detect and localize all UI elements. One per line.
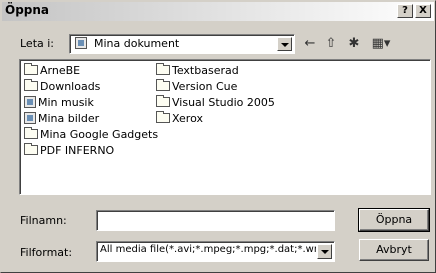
filename-input[interactable]: [96, 210, 335, 231]
filetype-value: All media file(*.avi;*.mpeg;*.mpg;*.dat;…: [100, 244, 316, 255]
list-item[interactable]: Min musik: [24, 96, 94, 110]
open-button[interactable]: Öppna: [358, 208, 430, 232]
open-dialog: Öppna ? X Leta i: Mina dokument ← ⇧ ✱ ▦▾…: [0, 0, 436, 273]
file-list[interactable]: ArneBE Downloads Min musik Mina bilder M…: [19, 59, 431, 195]
close-button[interactable]: X: [415, 4, 431, 18]
list-item[interactable]: PDF INFERNO: [24, 143, 114, 158]
list-item[interactable]: Mina Google Gadgets: [24, 127, 158, 142]
folder-icon: [24, 79, 38, 91]
folder-icon: [24, 143, 38, 155]
list-item[interactable]: ArneBE: [24, 63, 80, 78]
up-folder-icon[interactable]: ⇧: [321, 35, 341, 53]
lookin-value: Mina dokument: [94, 37, 180, 50]
folder-icon: [156, 111, 170, 123]
folder-icon: [24, 127, 38, 139]
list-item[interactable]: Textbaserad: [156, 63, 239, 78]
lookin-select[interactable]: Mina dokument: [69, 34, 295, 54]
documents-folder-icon: [75, 37, 87, 49]
title-bar: Öppna ? X: [2, 2, 434, 21]
music-folder-icon: [24, 96, 36, 108]
back-icon[interactable]: ←: [300, 35, 320, 53]
help-button[interactable]: ?: [397, 4, 413, 18]
folder-icon: [156, 63, 170, 75]
folder-icon: [156, 95, 170, 107]
chevron-down-icon[interactable]: [277, 37, 292, 51]
list-item[interactable]: Visual Studio 2005: [156, 95, 275, 110]
filetype-label: Filformat:: [20, 246, 73, 259]
list-item[interactable]: Mina bilder: [24, 112, 99, 126]
filename-label: Filnamn:: [20, 214, 67, 227]
list-item[interactable]: Xerox: [156, 111, 203, 126]
list-item[interactable]: Downloads: [24, 79, 100, 94]
list-item[interactable]: Version Cue: [156, 79, 237, 94]
new-folder-icon[interactable]: ✱: [344, 35, 364, 53]
dialog-title: Öppna: [5, 3, 50, 17]
filetype-select[interactable]: All media file(*.avi;*.mpeg;*.mpg;*.dat;…: [96, 241, 335, 262]
pictures-folder-icon: [24, 112, 36, 124]
cancel-button[interactable]: Avbryt: [359, 239, 429, 261]
lookin-label: Leta i:: [20, 37, 55, 50]
folder-icon: [156, 79, 170, 91]
folder-icon: [24, 63, 38, 75]
chevron-down-icon[interactable]: [317, 244, 332, 259]
views-menu-icon[interactable]: ▦▾: [368, 35, 394, 53]
